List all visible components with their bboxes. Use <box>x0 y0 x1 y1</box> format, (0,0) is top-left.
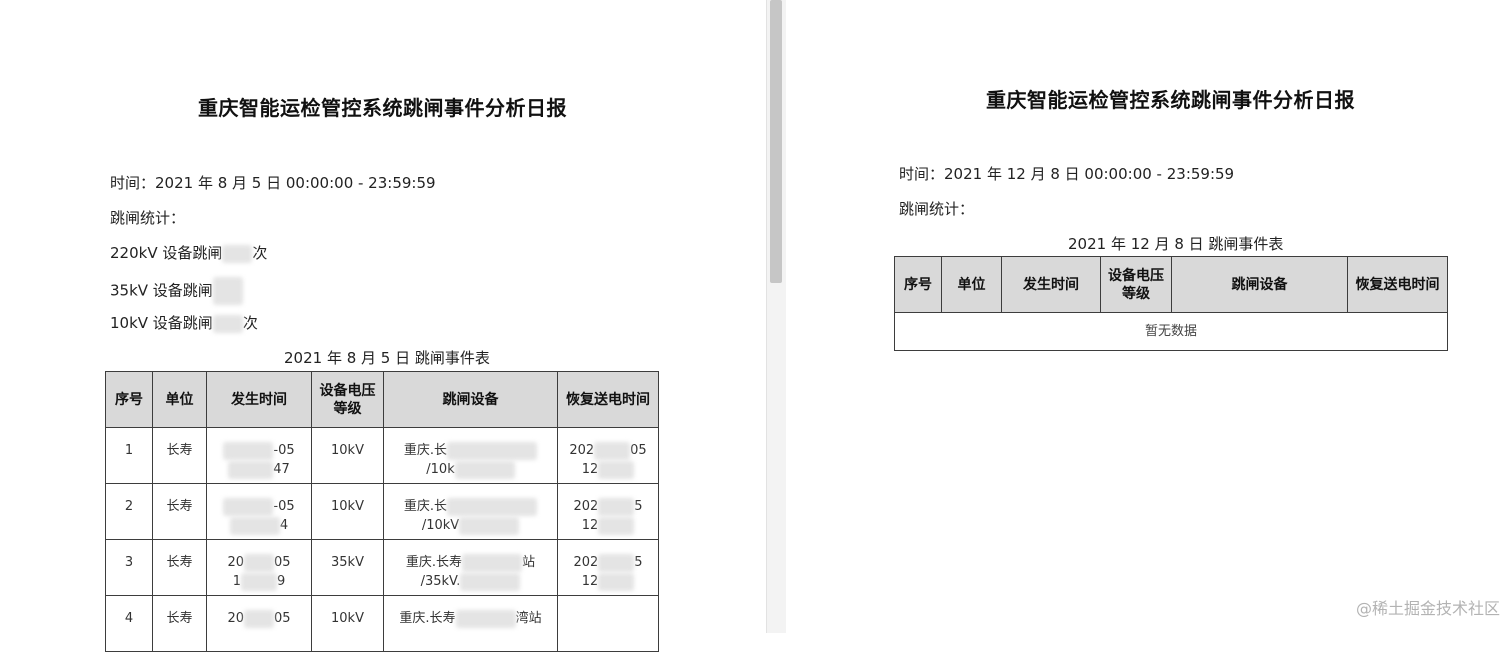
header-time: 发生时间 <box>1001 256 1101 313</box>
report-time-range: 时间：2021 年 12 月 8 日 00:00:00 - 23:59:59 <box>899 165 1235 183</box>
trip-stat-220kv: 220kV 设备跳闸次 <box>110 244 268 263</box>
header-device: 跳闸设备 <box>1171 256 1348 313</box>
table-empty-row: 暂无数据 <box>894 312 1448 351</box>
trip-event-table: 序号 单位 发生时间 设备电压等级 跳闸设备 恢复送电时间 暂无数据 <box>894 256 1448 351</box>
header-no: 序号 <box>894 256 942 313</box>
report-title: 重庆智能运检管控系统跳闸事件分析日报 <box>198 96 567 120</box>
table-caption: 2021 年 12 月 8 日 跳闸事件表 <box>1068 235 1284 253</box>
watermark: @稀土掘金技术社区 <box>1355 599 1500 618</box>
header-voltage: 设备电压等级 <box>311 371 384 428</box>
header-no: 序号 <box>105 371 153 428</box>
report-page-left: 重庆智能运检管控系统跳闸事件分析日报 时间：2021 年 8 月 5 日 00:… <box>0 0 766 652</box>
trip-event-table: 序号 单位 发生时间 设备电压等级 跳闸设备 恢复送电时间 1 长寿 -05 47… <box>105 371 659 652</box>
report-title: 重庆智能运检管控系统跳闸事件分析日报 <box>986 88 1355 112</box>
report-time-range: 时间：2021 年 8 月 5 日 00:00:00 - 23:59:59 <box>110 174 436 192</box>
table-row: 3 长寿 20 05 1 9 35kV 重庆.长寿站/35kV. 202 5 12 <box>105 539 659 596</box>
report-page-right: 重庆智能运检管控系统跳闸事件分析日报 时间：2021 年 12 月 8 日 00… <box>786 0 1512 633</box>
trip-stat-10kv: 10kV 设备跳闸次 <box>110 314 258 333</box>
header-voltage: 设备电压等级 <box>1100 256 1172 313</box>
header-device: 跳闸设备 <box>383 371 558 428</box>
table-header-row: 序号 单位 发生时间 设备电压等级 跳闸设备 恢复送电时间 <box>894 256 1448 313</box>
document-scrollbar[interactable] <box>766 0 788 633</box>
header-restore: 恢复送电时间 <box>557 371 659 428</box>
table-header-row: 序号 单位 发生时间 设备电压等级 跳闸设备 恢复送电时间 <box>105 371 659 428</box>
trip-stats-heading: 跳闸统计： <box>899 200 975 218</box>
empty-state-text: 暂无数据 <box>894 312 1448 351</box>
header-unit: 单位 <box>152 371 207 428</box>
redacted-count <box>212 314 243 333</box>
trip-stat-35kv: 35kV 设备跳闸 <box>110 277 243 305</box>
table-row: 4 长寿 20 05 10kV 重庆.长寿 湾站 <box>105 595 659 652</box>
header-time: 发生时间 <box>206 371 312 428</box>
scrollbar-thumb[interactable] <box>770 0 782 283</box>
trip-stats-heading: 跳闸统计： <box>110 209 186 227</box>
table-row: 2 长寿 -05 4 10kV 重庆.长/10kV 202 5 12 <box>105 483 659 540</box>
header-restore: 恢复送电时间 <box>1347 256 1448 313</box>
redacted-count <box>222 244 253 263</box>
header-unit: 单位 <box>941 256 1002 313</box>
redacted-count <box>212 277 243 305</box>
table-row: 1 长寿 -05 47 10kV 重庆.长/10k 202 05 12 <box>105 427 659 484</box>
table-caption: 2021 年 8 月 5 日 跳闸事件表 <box>284 349 490 367</box>
